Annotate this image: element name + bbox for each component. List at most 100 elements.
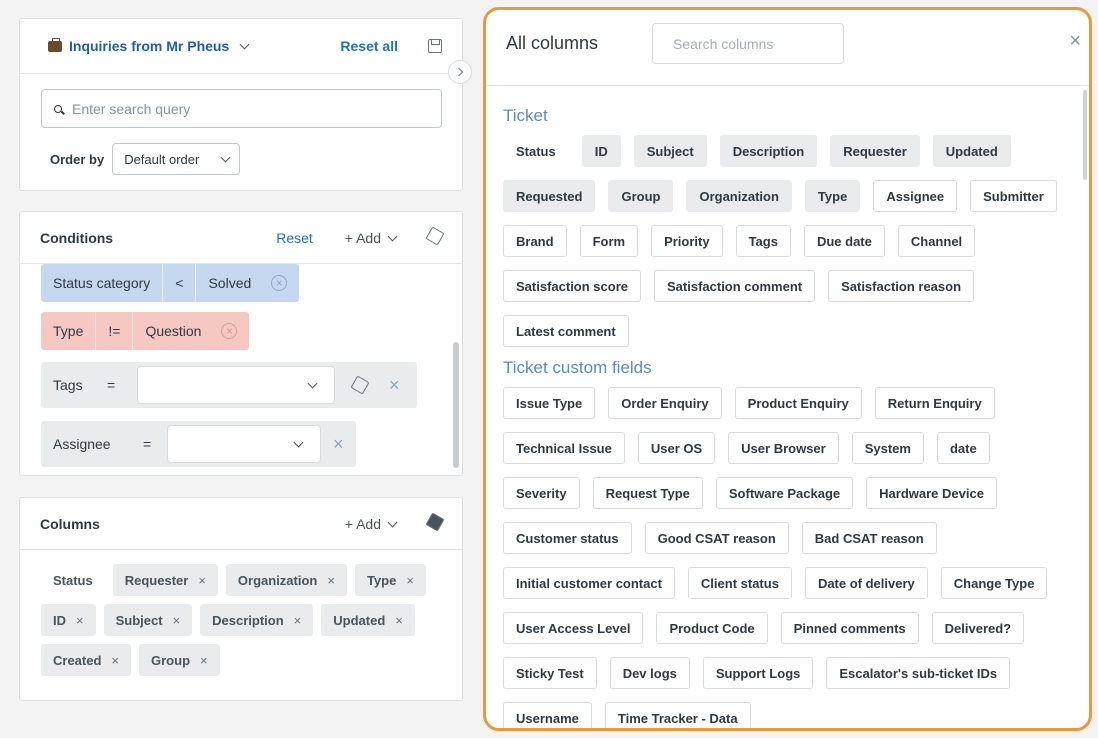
chevron-down-icon[interactable] — [387, 517, 398, 527]
chevron-down-icon[interactable] — [387, 231, 398, 241]
remove-condition-icon[interactable]: × — [271, 275, 288, 291]
column-tag[interactable]: Group × — [139, 644, 220, 676]
column-chip[interactable]: Bad CSAT reason — [801, 522, 937, 554]
column-chip[interactable]: Product Enquiry — [734, 387, 862, 419]
column-chip[interactable]: Username — [503, 702, 592, 728]
conditions-scrollbar[interactable] — [453, 342, 459, 468]
remove-column-icon[interactable]: × — [395, 613, 403, 628]
column-chip[interactable]: Change Type — [940, 567, 1048, 599]
chevron-right-icon — [454, 67, 464, 77]
column-chip[interactable]: Type — [804, 180, 861, 212]
collapse-panel-button[interactable] — [448, 60, 472, 84]
column-chip[interactable]: User OS — [637, 432, 716, 464]
column-chip[interactable]: Initial customer contact — [503, 567, 675, 599]
cube-icon[interactable] — [350, 375, 370, 395]
column-chip[interactable]: Good CSAT reason — [644, 522, 789, 554]
close-icon[interactable]: × — [1069, 30, 1081, 53]
column-tag[interactable]: Description × — [200, 604, 314, 636]
reset-all-button[interactable]: Reset all — [340, 38, 398, 54]
column-tag[interactable]: Subject × — [103, 604, 193, 636]
column-chip[interactable]: Severity — [503, 477, 580, 509]
section-title-ticket: Ticket — [503, 106, 548, 125]
column-chip[interactable]: Dev logs — [609, 657, 690, 689]
remove-column-icon[interactable]: × — [111, 653, 119, 668]
column-chip[interactable]: Satisfaction comment — [654, 270, 816, 302]
remove-column-icon[interactable]: × — [173, 613, 181, 628]
conditions-add-button[interactable]: + Add — [345, 230, 381, 246]
column-chip[interactable]: Date of delivery — [804, 567, 928, 599]
column-chip[interactable]: Requested — [503, 180, 596, 212]
column-tag[interactable]: Updated × — [321, 604, 415, 636]
column-chip[interactable]: Escalator's sub-ticket IDs — [826, 657, 1011, 689]
view-selector[interactable]: Inquiries from Mr Pheus — [48, 37, 254, 54]
column-chip[interactable]: Support Logs — [702, 657, 814, 689]
column-chip[interactable]: Order Enquiry — [608, 387, 722, 419]
column-chip[interactable]: Customer status — [503, 522, 632, 554]
column-chip[interactable]: Group — [608, 180, 674, 212]
column-chip[interactable]: Delivered? — [931, 612, 1025, 644]
condition-value: Solved — [195, 264, 263, 302]
column-tag[interactable]: ID × — [41, 604, 96, 636]
column-chip[interactable]: Form — [579, 225, 639, 257]
search-columns-input[interactable]: Search columns — [652, 23, 844, 64]
column-tag[interactable]: Organization × — [225, 564, 347, 596]
column-chip[interactable]: Technical Issue — [503, 432, 625, 464]
column-chip[interactable]: System — [851, 432, 924, 464]
column-chip[interactable]: Hardware Device — [866, 477, 997, 509]
columns-add-button[interactable]: + Add — [345, 516, 381, 532]
dialog-title: All columns — [506, 33, 599, 53]
search-input[interactable]: Enter search query — [41, 89, 442, 128]
column-chip[interactable]: User Access Level — [503, 612, 644, 644]
order-by-select[interactable]: Default order — [112, 143, 241, 175]
column-chip[interactable]: Due date — [803, 225, 885, 257]
column-chip[interactable]: date — [936, 432, 990, 464]
assignee-value-select[interactable] — [167, 425, 321, 463]
remove-condition-icon[interactable]: × — [389, 375, 400, 396]
column-chip[interactable]: Request Type — [592, 477, 703, 509]
remove-condition-icon[interactable]: × — [221, 323, 238, 339]
column-chip[interactable]: Updated — [932, 135, 1011, 167]
column-chip[interactable]: Brand — [503, 225, 567, 257]
column-chip[interactable]: Requester — [830, 135, 920, 167]
column-chip[interactable]: Channel — [897, 225, 976, 257]
remove-column-icon[interactable]: × — [327, 573, 335, 588]
column-chip[interactable]: Tags — [735, 225, 791, 257]
cube-icon[interactable] — [425, 511, 445, 532]
remove-column-icon[interactable]: × — [200, 653, 208, 668]
remove-column-icon[interactable]: × — [294, 613, 302, 628]
column-chip[interactable]: Description — [719, 135, 818, 167]
column-tag[interactable]: Type × — [354, 564, 426, 596]
column-chip[interactable]: Issue Type — [503, 387, 596, 419]
column-chip[interactable]: Assignee — [873, 180, 958, 212]
column-chip[interactable]: Priority — [651, 225, 723, 257]
dialog-scrollbar[interactable] — [1083, 90, 1087, 180]
conditions-reset-button[interactable]: Reset — [276, 230, 313, 246]
column-chip[interactable]: Status — [503, 135, 569, 167]
column-chip[interactable]: Latest comment — [503, 315, 629, 347]
tags-value-select[interactable] — [137, 366, 335, 404]
column-tag[interactable]: Created × — [41, 644, 132, 676]
column-chip[interactable]: Satisfaction score — [503, 270, 641, 302]
cube-icon[interactable] — [425, 225, 445, 246]
column-chip[interactable]: Pinned comments — [780, 612, 919, 644]
remove-condition-icon[interactable]: × — [333, 434, 344, 455]
remove-column-icon[interactable]: × — [76, 613, 84, 628]
column-chip[interactable]: User Browser — [728, 432, 839, 464]
condition-type[interactable]: Type != Question × — [41, 312, 250, 350]
column-chip[interactable]: Time Tracker - Data — [604, 702, 751, 728]
column-chip[interactable]: Organization — [686, 180, 792, 212]
column-chip[interactable]: Client status — [687, 567, 792, 599]
column-chip[interactable]: Satisfaction reason — [828, 270, 975, 302]
remove-column-icon[interactable]: × — [406, 573, 414, 588]
column-chip[interactable]: Subject — [633, 135, 707, 167]
column-chip[interactable]: Software Package — [715, 477, 854, 509]
column-tag[interactable]: Requester × — [112, 564, 218, 596]
column-chip[interactable]: Product Code — [656, 612, 768, 644]
remove-column-icon[interactable]: × — [198, 573, 206, 588]
column-chip[interactable]: ID — [581, 135, 621, 167]
column-chip[interactable]: Sticky Test — [503, 657, 597, 689]
save-icon[interactable] — [428, 39, 442, 53]
column-chip[interactable]: Submitter — [970, 180, 1057, 212]
condition-status-category[interactable]: Status category < Solved × — [41, 264, 300, 302]
column-chip[interactable]: Return Enquiry — [874, 387, 995, 419]
